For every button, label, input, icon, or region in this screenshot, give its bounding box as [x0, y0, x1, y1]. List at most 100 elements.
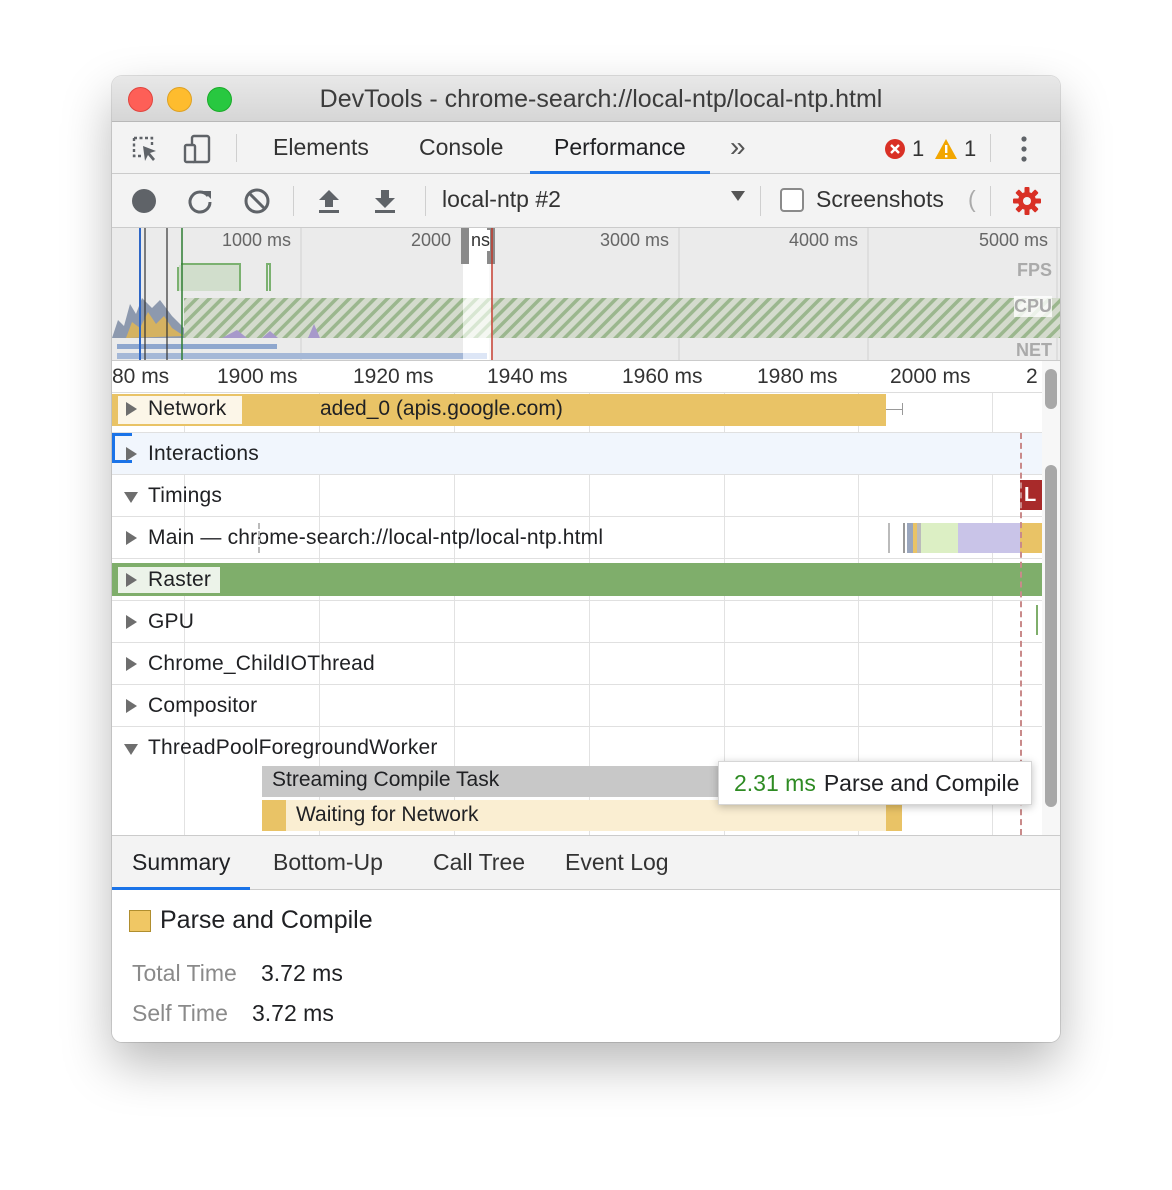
gpu-track[interactable]: GPU — [112, 601, 1042, 643]
more-tabs-button[interactable]: » — [730, 131, 746, 163]
compositor-track[interactable]: Compositor — [112, 685, 1042, 727]
clear-icon — [244, 188, 270, 214]
reload-record-button[interactable] — [183, 184, 217, 218]
reload-icon — [188, 190, 212, 214]
ruler-tick: 1980 ms — [757, 365, 838, 388]
streaming-compile-task-bar[interactable]: Streaming Compile Task — [262, 766, 718, 797]
expand-arrow-icon[interactable] — [126, 531, 137, 545]
raster-bar[interactable] — [112, 563, 1042, 596]
expand-arrow-icon[interactable] — [126, 657, 137, 671]
tab-call-tree[interactable]: Call Tree — [413, 836, 545, 890]
category-color-swatch — [129, 910, 151, 932]
memory-option-clipped: ( — [968, 186, 976, 212]
load-profile-button[interactable] — [312, 184, 346, 218]
chevron-double-right-icon: » — [730, 131, 746, 162]
gpu-event[interactable] — [1036, 605, 1038, 635]
tab-performance[interactable]: Performance — [530, 122, 710, 174]
tab-bottom-up[interactable]: Bottom-Up — [253, 836, 403, 890]
network-request-text: aded_0 (apis.google.com) — [320, 397, 563, 420]
collapse-arrow-icon[interactable] — [124, 744, 138, 755]
capture-settings-button[interactable] — [1010, 184, 1044, 218]
screenshots-checkbox[interactable] — [780, 188, 804, 212]
performance-toolbar: local-ntp #2 Screenshots ( — [112, 174, 1060, 228]
main-event[interactable] — [958, 523, 1020, 553]
overview-tick: 4000 ms — [789, 230, 859, 250]
tab-event-log[interactable]: Event Log — [545, 836, 689, 890]
toolbar-divider — [425, 186, 426, 216]
interactions-label: Interactions — [148, 442, 259, 465]
devtools-window: DevTools - chrome-search://local-ntp/loc… — [112, 76, 1060, 1042]
flame-chart-scrollbar[interactable] — [1042, 361, 1060, 835]
scrollbar-thumb-top[interactable] — [1045, 369, 1057, 409]
ruler-tick: 2 — [1026, 365, 1038, 388]
overview-tick: 5000 ms — [979, 230, 1049, 250]
total-time-label: Total Time — [132, 960, 237, 986]
timings-track[interactable]: Timings L — [112, 475, 1042, 517]
toolbar-divider — [293, 186, 294, 216]
inspect-cursor-icon — [132, 136, 156, 161]
dropdown-caret-icon[interactable] — [730, 189, 746, 208]
tooltip-event-name: Parse and Compile — [823, 770, 1020, 796]
warning-count: 1 — [964, 136, 977, 161]
network-track[interactable]: aded_0 (apis.google.com) Network — [112, 393, 1042, 433]
main-event[interactable] — [1020, 523, 1042, 553]
save-profile-button[interactable] — [368, 184, 402, 218]
device-mode-icon — [183, 134, 211, 164]
error-counter[interactable]: 1 — [884, 136, 924, 162]
timeline-overview[interactable]: 1000 ms 2000 ns 3000 ms 4000 ms 5000 ms … — [112, 228, 1060, 361]
ruler-tick: 1940 ms — [487, 365, 568, 388]
scrollbar-thumb[interactable] — [1045, 465, 1057, 807]
raster-track[interactable]: Raster — [112, 559, 1042, 601]
error-icon — [885, 139, 905, 159]
streaming-compile-task-label: Streaming Compile Task — [272, 768, 500, 791]
timings-label: Timings — [148, 484, 223, 507]
gpu-label: GPU — [148, 610, 195, 633]
ruler-tick: 80 ms — [112, 365, 170, 388]
network-label: Network — [148, 397, 227, 420]
kebab-menu-icon — [1021, 136, 1027, 162]
fps-track-label: FPS — [1016, 260, 1052, 280]
expand-arrow-icon[interactable] — [126, 447, 137, 461]
main-event[interactable] — [903, 523, 905, 553]
expand-arrow-icon[interactable] — [126, 402, 137, 416]
thread-pool-label: ThreadPoolForegroundWorker — [148, 736, 438, 759]
main-thread-track[interactable]: Main — chrome-search://local-ntp/local-n… — [112, 517, 1042, 559]
target-select[interactable]: local-ntp #2 — [442, 186, 561, 213]
expand-arrow-icon[interactable] — [126, 699, 137, 713]
overview-tick: 3000 ms — [600, 230, 670, 250]
time-ruler: 80 ms 1900 ms 1920 ms 1940 ms 1960 ms 19… — [112, 361, 1042, 393]
expand-arrow-icon[interactable] — [126, 573, 137, 587]
self-time-label: Self Time — [132, 1000, 228, 1026]
main-divider — [258, 523, 260, 553]
warning-counter[interactable]: 1 — [934, 136, 976, 162]
main-tab-bar: Elements Console Performance » 1 1 — [112, 122, 1060, 174]
clear-button[interactable] — [240, 184, 274, 218]
device-toolbar-button[interactable] — [180, 132, 214, 166]
download-icon — [375, 190, 395, 213]
tooltip-duration: 2.31 ms — [734, 770, 816, 796]
overview-tick: ns — [471, 230, 491, 251]
inspect-element-button[interactable] — [128, 132, 162, 166]
compositor-label: Compositor — [148, 694, 258, 717]
window-title: DevTools - chrome-search://local-ntp/loc… — [319, 85, 883, 113]
error-count: 1 — [912, 136, 925, 161]
tab-console[interactable]: Console — [419, 122, 503, 174]
tab-summary[interactable]: Summary — [112, 836, 251, 890]
customize-menu-button[interactable] — [1018, 134, 1030, 169]
overview-tick: 1000 ms — [222, 230, 292, 250]
main-event[interactable] — [921, 523, 958, 553]
tab-elements[interactable]: Elements — [273, 122, 369, 174]
ruler-tick: 1900 ms — [217, 365, 298, 388]
upload-icon — [319, 190, 339, 213]
network-request-whisker-end — [902, 403, 903, 415]
total-time-value: 3.72 ms — [261, 960, 343, 986]
collapse-arrow-icon[interactable] — [124, 492, 138, 503]
parse-and-compile-slice[interactable] — [262, 800, 286, 831]
child-io-thread-track[interactable]: Chrome_ChildIOThread — [112, 643, 1042, 685]
main-event[interactable] — [888, 523, 890, 553]
record-button[interactable] — [127, 184, 161, 218]
load-event-marker[interactable]: L — [1020, 480, 1042, 510]
interactions-track[interactable]: Interactions — [112, 433, 1042, 475]
expand-arrow-icon[interactable] — [126, 615, 137, 629]
screenshots-label: Screenshots — [816, 186, 944, 212]
